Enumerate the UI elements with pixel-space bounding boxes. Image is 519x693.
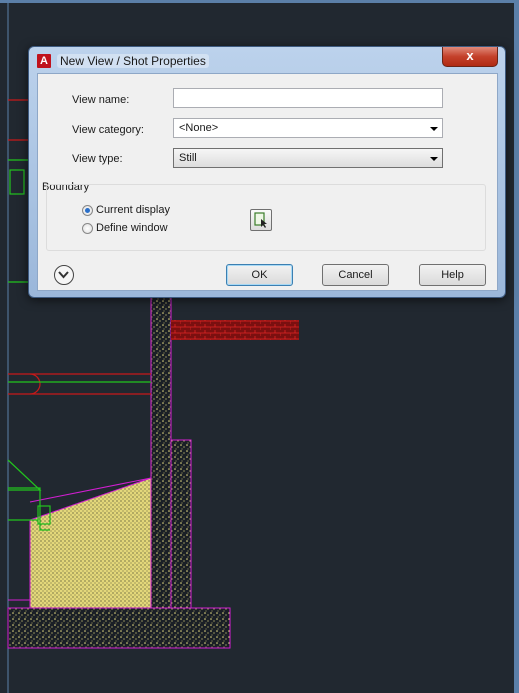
- view-category-value: <None>: [179, 122, 219, 134]
- define-window-pick-button[interactable]: [250, 209, 272, 231]
- dialog-content: View name: View category: <None> View ty…: [28, 46, 506, 298]
- window-top-border: [0, 0, 519, 3]
- expand-button[interactable]: [54, 265, 74, 285]
- chevron-down-icon: [430, 157, 438, 161]
- current-display-label[interactable]: Current display: [96, 204, 170, 216]
- view-type-label: View type:: [72, 153, 123, 165]
- help-button[interactable]: Help: [419, 264, 486, 286]
- view-type-select[interactable]: Still: [173, 148, 443, 168]
- current-display-radio[interactable]: [82, 205, 93, 216]
- define-window-pick-icon: [254, 212, 267, 228]
- define-window-label[interactable]: Define window: [96, 222, 168, 234]
- view-category-label: View category:: [72, 124, 144, 136]
- ok-button[interactable]: OK: [226, 264, 293, 286]
- window-right-border: [514, 0, 519, 693]
- view-category-combo[interactable]: <None>: [173, 118, 443, 138]
- view-type-value: Still: [179, 152, 197, 164]
- view-name-label: View name:: [72, 94, 130, 106]
- chevron-down-circle-icon: [58, 271, 69, 279]
- view-name-field[interactable]: [173, 88, 443, 108]
- cancel-button[interactable]: Cancel: [322, 264, 389, 286]
- chevron-down-icon: [430, 127, 438, 131]
- define-window-radio[interactable]: [82, 223, 93, 234]
